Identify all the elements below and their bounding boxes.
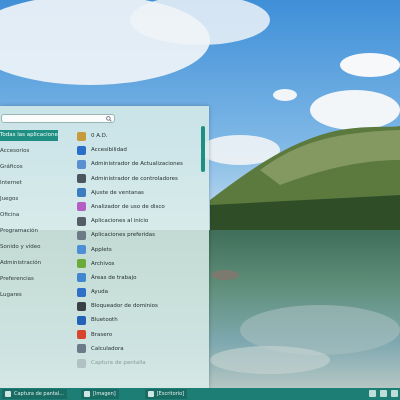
application-list: 0 A.D. Accesibilidad Administrador de Actu…: [77, 129, 202, 370]
window-tiling-icon: [77, 188, 86, 198]
application-menu: Todas las aplicaciones Accesorios Gráfic…: [0, 106, 209, 388]
app-label: Captura de pantalla: [91, 360, 146, 366]
screenshot-icon: [77, 358, 86, 368]
search-icon: [106, 116, 112, 122]
calculator-icon: [77, 344, 86, 354]
app-label: Administrador de Actualizaciones: [91, 161, 183, 168]
category-item[interactable]: Internet: [0, 178, 70, 194]
update-manager-icon: [77, 159, 86, 169]
app-label: Áreas de trabajo: [91, 274, 137, 281]
workspaces-icon: [77, 273, 86, 283]
search-input[interactable]: [1, 114, 115, 123]
applets-icon: [77, 245, 86, 254]
taskbar-item[interactable]: [Escritorio]: [144, 389, 188, 399]
app-label: Administrador de controladores: [91, 175, 178, 182]
app-item[interactable]: Aplicaciones al inicio: [77, 214, 202, 228]
accessibility-icon: [77, 145, 86, 155]
category-item[interactable]: Lugares: [0, 290, 70, 306]
app-item[interactable]: Administrador de controladores: [77, 172, 202, 186]
app-item[interactable]: Archivos: [77, 257, 202, 271]
app-label: Aplicaciones al inicio: [91, 218, 149, 225]
app-item[interactable]: Brasero: [77, 328, 202, 342]
app-item[interactable]: Aplicaciones preferidas: [77, 228, 202, 242]
app-label: 0 A.D.: [91, 133, 108, 139]
disk-usage-icon: [77, 202, 86, 212]
app-item[interactable]: 0 A.D.: [77, 129, 202, 143]
preferred-apps-icon: [77, 230, 86, 240]
app-item[interactable]: Ayuda: [77, 285, 202, 299]
app-label: Bluetooth: [91, 317, 118, 324]
app-label: Aplicaciones preferidas: [91, 232, 155, 239]
app-label: Calculadora: [91, 345, 124, 352]
app-label: Archivos: [91, 260, 115, 267]
app-label: Accesibilidad: [91, 147, 127, 154]
app-item[interactable]: Accesibilidad: [77, 143, 202, 157]
startup-apps-icon: [77, 216, 86, 226]
0ad-icon: [77, 131, 86, 141]
taskbar-item-label: [Imagen]: [93, 391, 116, 397]
desktop-icon: [147, 391, 154, 397]
bluetooth-icon: [77, 315, 86, 325]
taskbar-item[interactable]: Captura de pantal...: [2, 389, 67, 399]
scrollbar[interactable]: [201, 126, 205, 172]
volume-icon[interactable]: [380, 390, 387, 397]
category-item[interactable]: Sonido y vídeo: [0, 242, 70, 258]
app-label: Ayuda: [91, 289, 108, 296]
app-item[interactable]: Analizador de uso de disco: [77, 200, 202, 214]
app-item[interactable]: Áreas de trabajo: [77, 271, 202, 285]
app-label: Bloqueador de dominios: [91, 303, 158, 310]
driver-manager-icon: [77, 174, 86, 184]
category-item[interactable]: Administración: [0, 258, 70, 274]
system-tray: [369, 390, 398, 397]
image-viewer-icon: [84, 391, 90, 397]
taskbar-item-label: [Escritorio]: [156, 391, 185, 397]
category-item[interactable]: Gráficos: [0, 162, 70, 178]
category-list: Todas las aplicaciones Accesorios Gráfic…: [0, 130, 70, 306]
category-item[interactable]: Juegos: [0, 194, 70, 210]
brasero-icon: [77, 330, 86, 340]
network-icon[interactable]: [369, 390, 376, 397]
app-item[interactable]: Bloqueador de dominios: [77, 299, 202, 313]
app-label: Analizador de uso de disco: [91, 203, 165, 210]
app-label: Applets: [91, 246, 112, 253]
files-icon: [77, 259, 86, 269]
category-item[interactable]: Todas las aplicaciones: [0, 130, 58, 141]
taskbar: Captura de pantal... [Imagen] [Escritori…: [0, 388, 400, 400]
app-label: Brasero: [91, 331, 113, 338]
app-item[interactable]: Captura de pantalla: [77, 356, 202, 370]
app-label: Ajuste de ventanas: [91, 189, 144, 196]
app-item[interactable]: Bluetooth: [77, 313, 202, 327]
battery-icon[interactable]: [391, 390, 398, 397]
taskbar-item-label: Captura de pantal...: [14, 391, 64, 397]
category-item[interactable]: Programación: [0, 226, 70, 242]
help-icon: [77, 287, 86, 297]
app-item[interactable]: Administrador de Actualizaciones: [77, 157, 202, 171]
category-item[interactable]: Accesorios: [0, 146, 70, 162]
category-item[interactable]: Preferencias: [0, 274, 70, 290]
app-item[interactable]: Ajuste de ventanas: [77, 186, 202, 200]
domain-blocker-icon: [77, 301, 86, 311]
screenshot-icon: [5, 391, 11, 397]
taskbar-item[interactable]: [Imagen]: [81, 389, 119, 399]
category-item[interactable]: Oficina: [0, 210, 70, 226]
app-item[interactable]: Calculadora: [77, 342, 202, 356]
app-item[interactable]: Applets: [77, 243, 202, 257]
